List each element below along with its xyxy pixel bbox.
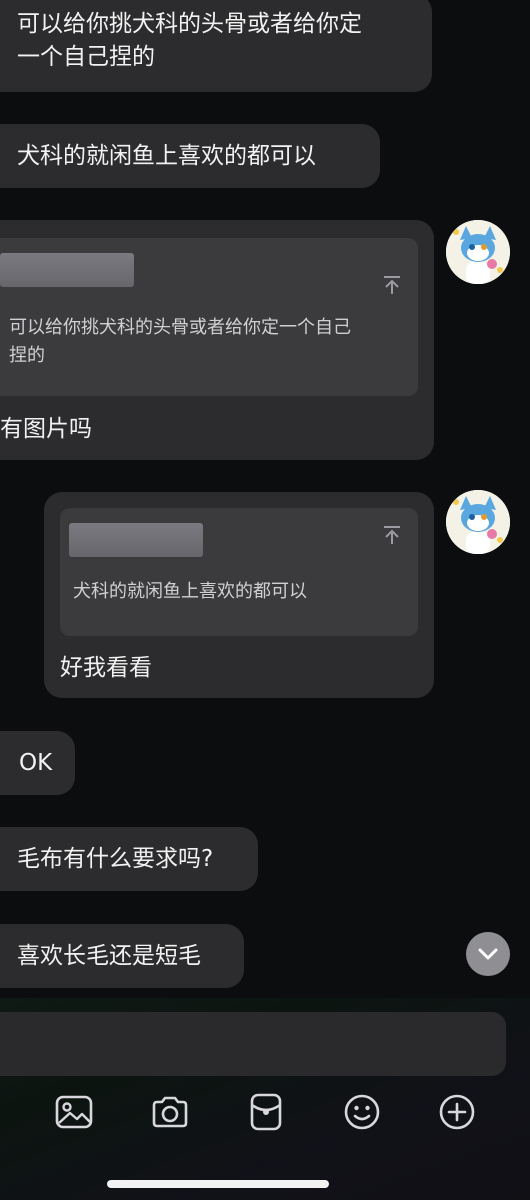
message-text: 喜欢长毛还是短毛 — [17, 943, 201, 969]
message-bubble-incoming[interactable]: OK — [0, 731, 75, 795]
message-text-line: 可以给你挑犬科的头骨或者给你定 — [17, 11, 362, 37]
jump-to-top-icon[interactable] — [381, 274, 403, 296]
message-bubble-incoming[interactable]: 毛布有什么要求吗? — [0, 827, 258, 891]
quoted-text: 犬科的就闲鱼上喜欢的都可以 — [73, 581, 307, 602]
message-input[interactable] — [0, 1012, 506, 1076]
composer-area — [0, 998, 530, 1200]
message-text-line: 一个自己捏的 — [17, 44, 155, 70]
scroll-to-bottom-button[interactable] — [466, 932, 510, 976]
image-icon — [55, 1095, 93, 1129]
avatar[interactable] — [446, 490, 510, 554]
image-button[interactable] — [54, 1092, 94, 1132]
red-packet-button[interactable] — [246, 1092, 286, 1132]
message-bubble-incoming[interactable]: 可以给你挑犬科的头骨或者给你定 一个自己捏的 — [0, 0, 432, 92]
message-bubble-incoming[interactable]: 喜欢长毛还是短毛 — [0, 924, 244, 988]
more-button[interactable] — [437, 1092, 477, 1132]
quoted-text-line: 捏的 — [9, 345, 45, 366]
emoji-icon — [344, 1094, 380, 1130]
message-bubble-incoming[interactable]: 犬科的就闲鱼上喜欢的都可以 — [0, 124, 380, 188]
message-text: 好我看看 — [60, 655, 152, 681]
emoji-button[interactable] — [342, 1092, 382, 1132]
quoted-message[interactable]: 可以给你挑犬科的头骨或者给你定一个自己 捏的 — [0, 238, 418, 396]
jump-to-top-icon[interactable] — [381, 524, 403, 546]
message-bubble-outgoing[interactable]: 犬科的就闲鱼上喜欢的都可以 好我看看 — [44, 492, 434, 698]
furry-avatar-icon — [446, 490, 510, 554]
quoted-sender-name-redacted — [0, 253, 134, 287]
avatar[interactable] — [446, 220, 510, 284]
chevron-down-icon — [478, 948, 498, 960]
message-text: 有图片吗 — [0, 416, 92, 442]
camera-icon — [152, 1096, 188, 1128]
message-text: 毛布有什么要求吗? — [17, 846, 214, 872]
message-text: 犬科的就闲鱼上喜欢的都可以 — [17, 143, 316, 169]
quoted-message[interactable]: 犬科的就闲鱼上喜欢的都可以 — [60, 508, 418, 636]
chat-message-list[interactable]: 可以给你挑犬科的头骨或者给你定 一个自己捏的 犬科的就闲鱼上喜欢的都可以 可以给… — [0, 0, 530, 998]
furry-avatar-icon — [446, 220, 510, 284]
quoted-text-line: 可以给你挑犬科的头骨或者给你定一个自己 — [9, 317, 351, 338]
message-bubble-outgoing[interactable]: 可以给你挑犬科的头骨或者给你定一个自己 捏的 有图片吗 — [0, 220, 434, 460]
plus-icon — [439, 1094, 475, 1130]
message-text: OK — [19, 750, 53, 776]
red-packet-icon — [250, 1093, 282, 1131]
home-indicator — [107, 1180, 329, 1188]
quoted-sender-name-redacted — [69, 523, 203, 557]
camera-button[interactable] — [150, 1092, 190, 1132]
